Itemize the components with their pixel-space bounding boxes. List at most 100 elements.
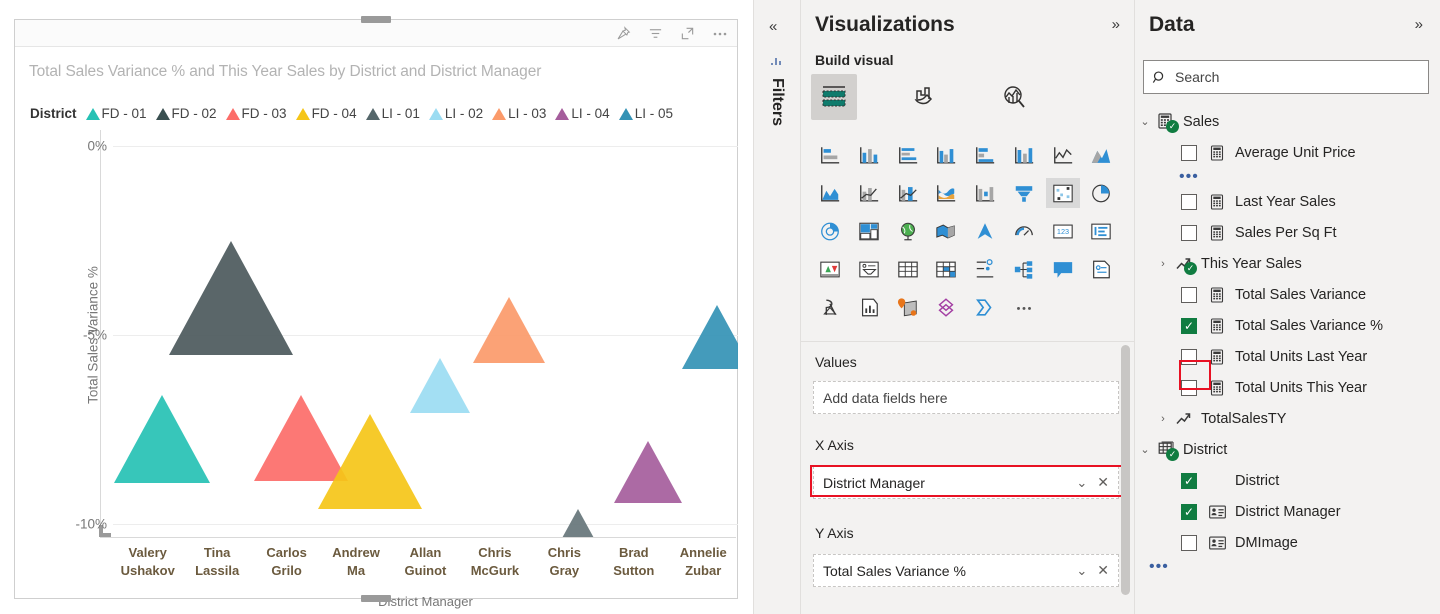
x-axis-tick-label[interactable]: BradSutton xyxy=(599,544,668,590)
data-field-row[interactable]: District Manager xyxy=(1135,496,1440,527)
table-icon[interactable] xyxy=(891,254,925,284)
data-field-row[interactable]: DMImage xyxy=(1135,527,1440,558)
plot-area[interactable]: Total Sales Variance % 0%-5%-10% xyxy=(29,132,738,537)
x-axis-tick-label[interactable]: AndrewMa xyxy=(321,544,390,590)
filled-map-icon[interactable] xyxy=(929,216,963,246)
funnel-chart-icon[interactable] xyxy=(1007,178,1041,208)
expand-chevron-icon[interactable]: ⌄ xyxy=(1135,443,1155,456)
clustered-column-chart-icon[interactable] xyxy=(929,140,963,170)
legend-item[interactable]: FD - 01 xyxy=(86,106,147,121)
power-automate-visual-icon[interactable] xyxy=(968,292,1002,322)
format-visual-tab[interactable] xyxy=(901,74,947,120)
expand-chevron-icon[interactable]: › xyxy=(1153,413,1173,425)
chevron-down-icon[interactable]: ⌄ xyxy=(1076,563,1087,579)
100-percent-stacked-bar-chart-icon[interactable] xyxy=(968,140,1002,170)
chart-marker-triangle[interactable] xyxy=(410,358,470,413)
chart-marker-triangle[interactable] xyxy=(114,395,210,483)
x-axis-tick-label[interactable]: TinaLassila xyxy=(182,544,251,590)
chart-marker-triangle[interactable] xyxy=(550,509,606,537)
stacked-column-chart-icon[interactable] xyxy=(852,140,886,170)
powerapps-visual-icon[interactable] xyxy=(929,292,963,322)
x-axis-tick-label[interactable]: ChrisMcGurk xyxy=(460,544,529,590)
remove-field-icon[interactable]: ✕ xyxy=(1097,562,1109,579)
x-axis-tick-label[interactable]: AllanGuinot xyxy=(391,544,460,590)
smart-narrative-icon[interactable] xyxy=(1046,254,1080,284)
azure-map-icon[interactable] xyxy=(968,216,1002,246)
remove-field-icon[interactable]: ✕ xyxy=(1097,474,1109,491)
field-checkbox[interactable] xyxy=(1181,349,1197,365)
x-axis-well[interactable]: District Manager ⌄ ✕ xyxy=(813,466,1119,499)
card-icon[interactable]: 123 xyxy=(1046,216,1080,246)
filter-bars-icon[interactable] xyxy=(769,52,785,73)
100-percent-stacked-column-chart-icon[interactable] xyxy=(1007,140,1041,170)
line-and-stacked-column-chart-icon[interactable] xyxy=(852,178,886,208)
slicer-icon[interactable] xyxy=(852,254,886,284)
data-field-row[interactable]: Average Unit Price xyxy=(1135,137,1440,168)
data-field-row[interactable]: District xyxy=(1135,465,1440,496)
kpi-icon[interactable] xyxy=(813,254,847,284)
legend-item[interactable]: FD - 04 xyxy=(296,106,357,121)
legend-item[interactable]: LI - 01 xyxy=(366,106,420,121)
line-chart-icon[interactable] xyxy=(1046,140,1080,170)
field-checkbox[interactable] xyxy=(1181,287,1197,303)
field-checkbox[interactable] xyxy=(1181,504,1197,520)
data-field-row[interactable]: Total Units Last Year xyxy=(1135,341,1440,372)
data-field-row[interactable]: Total Sales Variance xyxy=(1135,279,1440,310)
chart-marker-triangle[interactable] xyxy=(169,241,293,355)
map-icon[interactable] xyxy=(891,216,925,246)
x-axis-tick-label[interactable]: ValeryUshakov xyxy=(113,544,182,590)
chart-marker-triangle[interactable] xyxy=(473,297,545,363)
paginated-report-icon[interactable] xyxy=(1084,254,1118,284)
more-visuals-icon[interactable] xyxy=(1007,292,1041,322)
visualizations-expand-icon[interactable]: » xyxy=(1112,16,1120,33)
line-and-clustered-column-chart-icon[interactable] xyxy=(891,178,925,208)
chart-marker-triangle[interactable] xyxy=(614,441,682,503)
focus-mode-icon[interactable] xyxy=(678,24,697,43)
data-field-row[interactable]: Sales Per Sq Ft xyxy=(1135,217,1440,248)
legend-item[interactable]: FD - 02 xyxy=(156,106,217,121)
resize-handle-bottom[interactable] xyxy=(361,595,391,602)
chart-marker-triangle[interactable] xyxy=(682,305,738,369)
filters-pane-collapsed[interactable]: « Filters xyxy=(753,0,801,614)
python-visual-icon[interactable] xyxy=(852,292,886,322)
expand-chevron-icon[interactable]: ⌄ xyxy=(1135,115,1155,128)
treemap-icon[interactable] xyxy=(852,216,886,246)
field-checkbox[interactable] xyxy=(1181,225,1197,241)
chevron-down-icon[interactable]: ⌄ xyxy=(1076,475,1087,491)
donut-chart-icon[interactable] xyxy=(813,216,847,246)
data-table-row[interactable]: ⌄✓District xyxy=(1135,434,1440,465)
field-checkbox[interactable] xyxy=(1181,318,1197,334)
legend-item[interactable]: FD - 03 xyxy=(226,106,287,121)
data-pane-overflow-ellipsis-icon[interactable]: ••• xyxy=(1135,558,1440,576)
x-axis-tick-label[interactable]: ChrisGray xyxy=(530,544,599,590)
legend-item[interactable]: LI - 03 xyxy=(492,106,546,121)
data-field-row[interactable]: Total Sales Variance % xyxy=(1135,310,1440,341)
legend-item[interactable]: LI - 05 xyxy=(619,106,673,121)
visualizations-pane-scrollbar[interactable] xyxy=(1121,345,1130,595)
arcgis-map-icon[interactable] xyxy=(891,292,925,322)
filter-icon[interactable] xyxy=(646,24,665,43)
field-checkbox[interactable] xyxy=(1181,194,1197,210)
scatter-chart-icon[interactable] xyxy=(1046,178,1080,208)
field-overflow-ellipsis-icon[interactable]: ••• xyxy=(1135,168,1440,186)
expand-chevron-icon[interactable]: › xyxy=(1153,258,1173,270)
data-field-row[interactable]: ›TotalSalesTY xyxy=(1135,403,1440,434)
data-expand-icon[interactable]: » xyxy=(1415,16,1423,33)
clustered-bar-chart-icon[interactable] xyxy=(891,140,925,170)
area-chart-icon[interactable] xyxy=(1084,140,1118,170)
matrix-icon[interactable] xyxy=(929,254,963,284)
waterfall-chart-icon[interactable] xyxy=(968,178,1002,208)
more-options-icon[interactable] xyxy=(710,24,729,43)
data-field-row[interactable]: ›✓This Year Sales xyxy=(1135,248,1440,279)
data-field-row[interactable]: Last Year Sales xyxy=(1135,186,1440,217)
field-checkbox[interactable] xyxy=(1181,535,1197,551)
multi-row-card-icon[interactable] xyxy=(1084,216,1118,246)
scatter-chart-visual[interactable]: Total Sales Variance % and This Year Sal… xyxy=(14,19,738,599)
filters-collapse-icon[interactable]: « xyxy=(769,18,777,35)
search-field[interactable]: Search xyxy=(1143,60,1429,94)
r-visual-icon[interactable] xyxy=(813,292,847,322)
gauge-chart-icon[interactable] xyxy=(1007,216,1041,246)
analytics-tab[interactable] xyxy=(991,74,1037,120)
key-influencers-icon[interactable] xyxy=(1007,254,1041,284)
decomposition-tree-icon[interactable] xyxy=(968,254,1002,284)
